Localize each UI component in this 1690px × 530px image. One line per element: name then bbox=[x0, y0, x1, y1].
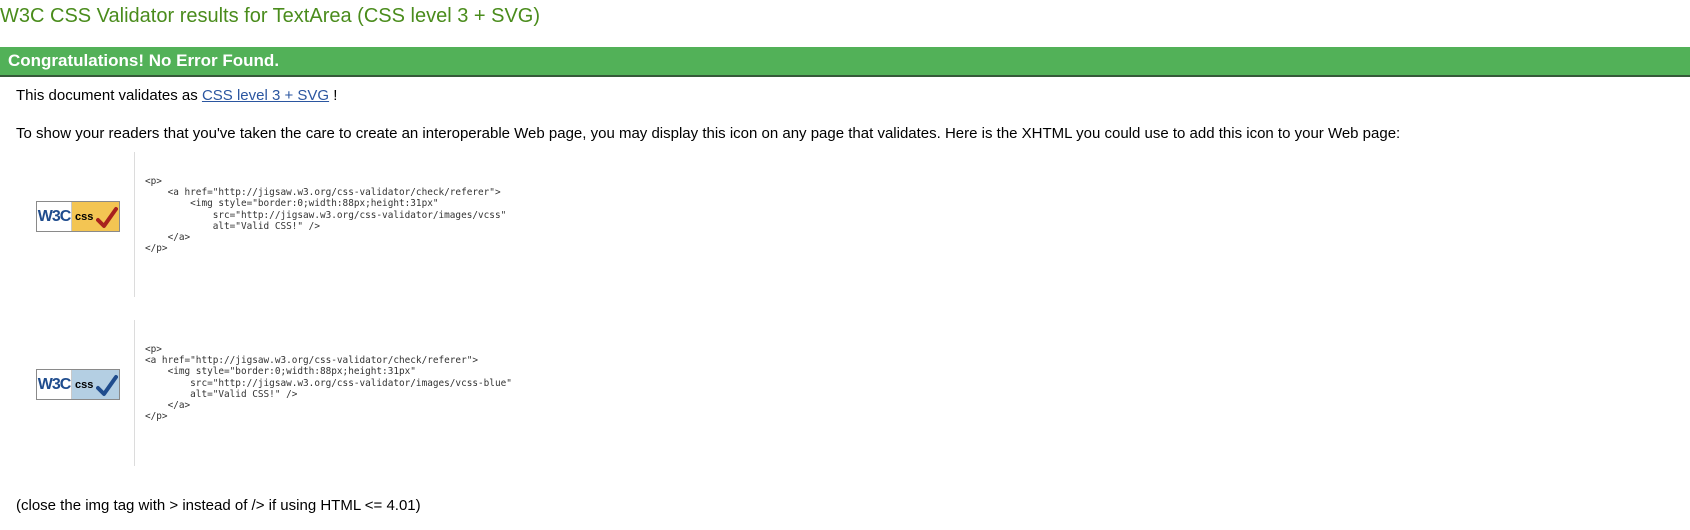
css-profile-link[interactable]: CSS level 3 + SVG bbox=[202, 87, 329, 104]
checkmark-icon bbox=[96, 375, 118, 396]
success-banner: Congratulations! No Error Found. bbox=[0, 47, 1690, 77]
badge-cell: W3C css bbox=[16, 320, 135, 466]
css-label: css bbox=[72, 202, 119, 231]
css-text: css bbox=[75, 210, 94, 223]
checkmark-icon bbox=[96, 207, 118, 228]
page-title: W3C CSS Validator results for TextArea (… bbox=[0, 5, 541, 27]
validation-statement: This document validates as CSS level 3 +… bbox=[16, 87, 337, 105]
validation-suffix: ! bbox=[329, 87, 338, 104]
badge-row-gold: W3C css <p> <a href="http://jigsaw.w3.or… bbox=[16, 152, 716, 297]
badge-row-blue: W3C css <p> <a href="http://jigsaw.w3.or… bbox=[16, 320, 716, 466]
badge-code-snippet: <p> <a href="http://jigsaw.w3.org/css-va… bbox=[145, 344, 512, 423]
badge-code-snippet: <p> <a href="http://jigsaw.w3.org/css-va… bbox=[145, 176, 507, 255]
success-banner-text: Congratulations! No Error Found. bbox=[8, 51, 280, 70]
vcss-gold-badge-icon[interactable]: W3C css bbox=[36, 201, 120, 232]
instructions-text: To show your readers that you've taken t… bbox=[16, 125, 1401, 142]
css-label: css bbox=[72, 370, 119, 399]
footer-note: (close the img tag with > instead of /> … bbox=[16, 497, 421, 514]
w3c-logo-text: W3C bbox=[37, 202, 72, 231]
badge-cell: W3C css bbox=[16, 152, 135, 297]
w3c-logo-text: W3C bbox=[37, 370, 72, 399]
validation-prefix: This document validates as bbox=[16, 87, 202, 104]
vcss-blue-badge-icon[interactable]: W3C css bbox=[36, 369, 120, 400]
css-text: css bbox=[75, 378, 94, 391]
